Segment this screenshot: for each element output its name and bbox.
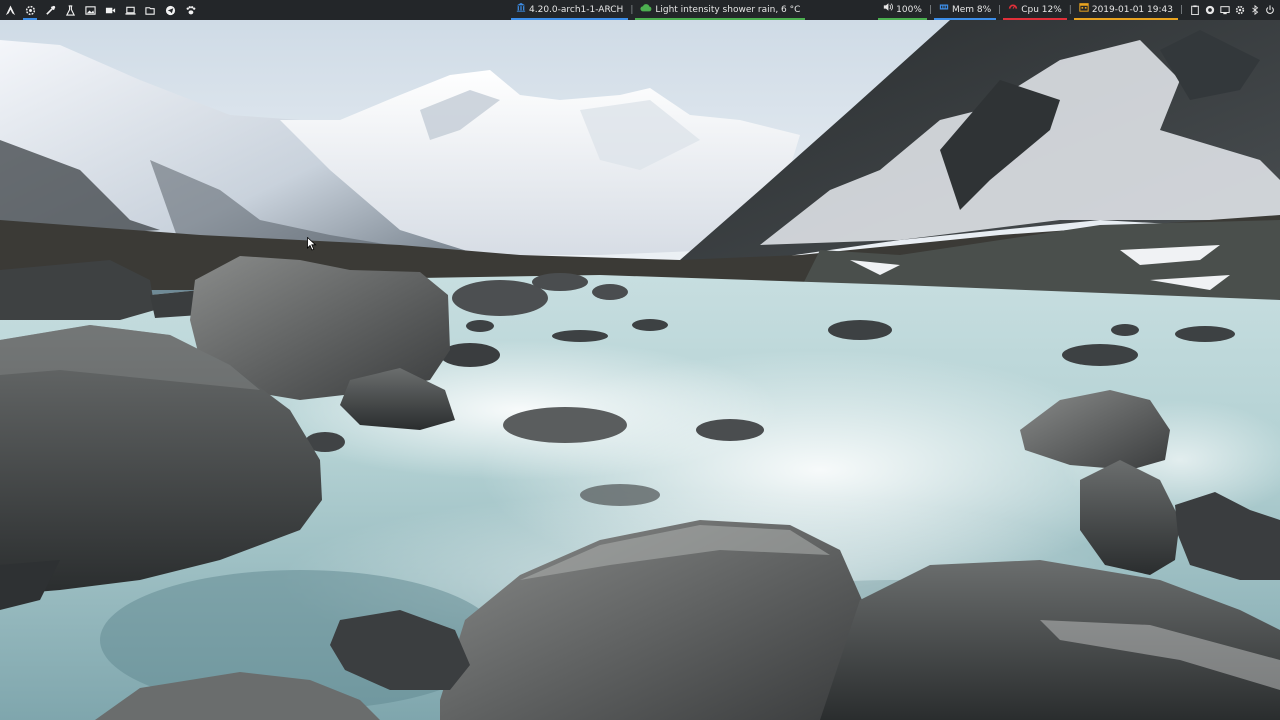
cpu-icon [1008,0,1018,20]
separator: | [1068,5,1072,15]
calendar-icon [1079,0,1089,20]
color-picker-icon[interactable] [40,0,60,20]
system-tray [1185,0,1280,20]
separator: | [1179,5,1183,15]
cloud-icon [640,0,652,20]
right-modules: 100% | Mem 8% | Cpu 12% | 2019-01-01 19:… [878,0,1280,20]
launcher-group [0,0,200,20]
weather-text: Light intensity shower rain, 6 °C [655,5,801,15]
kernel-module[interactable]: 4.20.0-arch1-1-ARCH [511,0,629,20]
memory-chip-icon [939,0,949,20]
cpu-usage: Cpu 12% [1021,5,1062,15]
clock-module[interactable]: 2019-01-01 19:43 [1073,0,1178,20]
video-camera-icon[interactable] [100,0,120,20]
paw-icon[interactable] [180,0,200,20]
separator: | [928,5,932,15]
mouse-pointer-icon [307,236,317,251]
laptop-icon[interactable] [120,0,140,20]
arch-logo-icon[interactable] [0,0,20,20]
settings-icon[interactable] [1234,4,1246,16]
kernel-version: 4.20.0-arch1-1-ARCH [529,5,624,15]
image-viewer-icon[interactable] [80,0,100,20]
bluetooth-icon[interactable] [1249,4,1261,16]
speaker-icon [883,0,894,20]
screen-icon[interactable] [1219,4,1231,16]
volume-level: 100% [896,5,922,15]
telegram-icon[interactable] [160,0,180,20]
weather-module[interactable]: Light intensity shower rain, 6 °C [635,0,806,20]
date-time: 2019-01-01 19:43 [1091,5,1173,15]
volume-module[interactable]: 100% [878,0,927,20]
top-panel: 4.20.0-arch1-1-ARCH | Light intensity sh… [0,0,1280,20]
settings-gear-icon[interactable] [20,0,40,20]
desktop-wallpaper [0,20,1280,720]
cpu-module[interactable]: Cpu 12% [1003,0,1067,20]
flask-icon[interactable] [60,0,80,20]
center-modules: 4.20.0-arch1-1-ARCH | Light intensity sh… [511,0,806,20]
memory-usage: Mem 8% [951,5,992,15]
temple-icon [516,0,526,20]
folder-open-icon[interactable] [140,0,160,20]
separator: | [998,5,1002,15]
record-icon[interactable] [1204,4,1216,16]
clipboard-icon[interactable] [1189,4,1201,16]
memory-module[interactable]: Mem 8% [933,0,997,20]
mountain-river-landscape [0,20,1280,720]
separator: | [630,5,634,15]
power-icon[interactable] [1264,4,1276,16]
